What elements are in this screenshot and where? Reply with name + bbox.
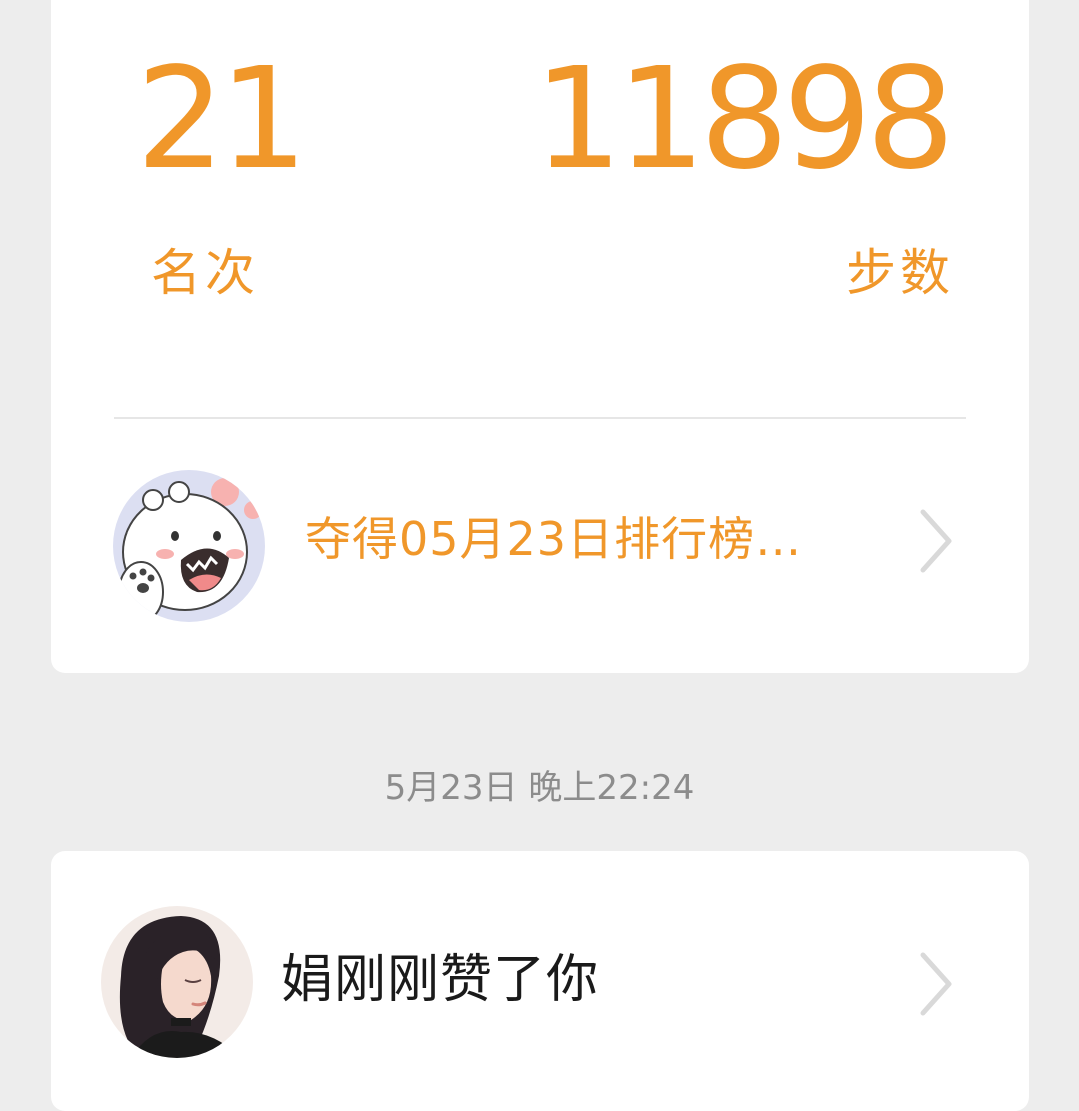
like-text: 娟刚刚赞了你 — [281, 950, 600, 1010]
rank-value: 21 — [136, 38, 308, 201]
chevron-right-icon — [917, 949, 957, 1019]
like-card: 娟刚刚赞了你 — [51, 851, 1029, 1111]
rank-label: 名次 — [151, 244, 259, 302]
girl-avatar-icon — [101, 906, 253, 1058]
ranking-card: 21 11898 名次 步数 夺得05月23日排行榜… — [51, 0, 1029, 673]
polar-bear-avatar-icon — [113, 470, 265, 622]
chevron-right-icon — [917, 506, 957, 576]
like-row[interactable]: 娟刚刚赞了你 — [51, 851, 1029, 1058]
timestamp: 5月23日 晚上22:24 — [384, 768, 695, 808]
steps-value: 11898 — [533, 38, 955, 201]
divider — [114, 417, 966, 419]
champion-row[interactable]: 夺得05月23日排行榜… — [51, 448, 1029, 633]
champion-text: 夺得05月23日排行榜… — [305, 512, 803, 566]
steps-label: 步数 — [846, 244, 954, 302]
